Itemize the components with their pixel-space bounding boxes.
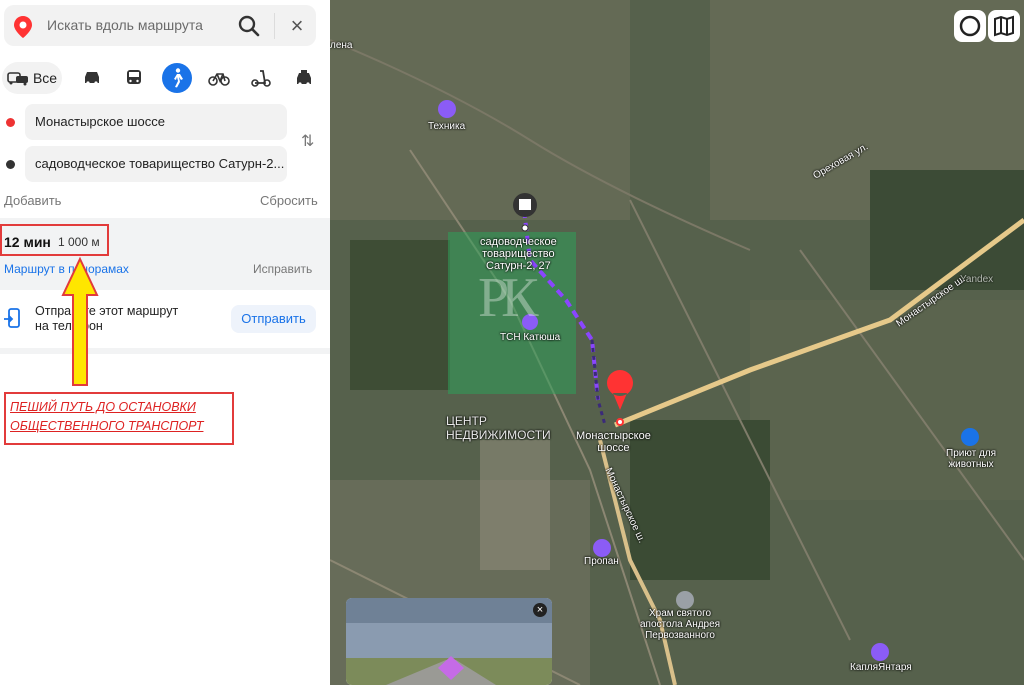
khram-line-2: апостола Андрея [640, 619, 721, 630]
map-label-priyut: Приют для животных [946, 448, 996, 470]
watermark: РК [478, 267, 538, 329]
dest-line-2: товарищество [482, 248, 555, 260]
map-label-khram: Храм святого апостола Андрея Первозванно… [640, 608, 720, 641]
map-label-tsn: ТСН Катюша [500, 332, 561, 343]
route-from-field[interactable]: Монастырское шоссе [25, 104, 287, 140]
taxi-icon [297, 70, 311, 86]
send-to-phone-text: Отправьте этот маршрут на телефон [35, 304, 179, 333]
map-label-centre: ЦЕНТР НЕДВИЖИМОСТИ [446, 414, 551, 442]
fix-route-link[interactable]: Исправить [253, 262, 312, 276]
khram-line-3: Первозванного [645, 630, 715, 641]
centre-line-1: ЦЕНТР [446, 414, 487, 428]
swap-points-icon[interactable]: ⇅ [301, 131, 314, 151]
annotation-text: ПЕШИЙ ПУТЬ ДО ОСТАНОВКИ ОБЩЕСТВЕННОГО ТР… [10, 398, 203, 436]
bicycle-icon [208, 73, 230, 86]
search-input[interactable]: Искать вдоль маршрута [47, 17, 203, 33]
start-line-1: Монастырское [576, 430, 651, 442]
panorama-image [346, 598, 552, 685]
mode-bus-button[interactable] [122, 62, 146, 94]
send-button[interactable]: Отправить [231, 305, 316, 333]
section-divider [0, 348, 330, 354]
end-point-dot [6, 160, 15, 169]
khram-line-1: Храм святого [649, 608, 712, 619]
transport-modes: Все [0, 62, 330, 94]
car-icon [85, 72, 99, 85]
dest-line-3: Сатурн-2, 27 [485, 260, 551, 272]
search-divider [274, 13, 275, 39]
map-label-tekhnika: Техника [428, 121, 466, 132]
centre-line-2: НЕДВИЖИМОСТИ [446, 428, 551, 442]
mode-walk-button[interactable] [162, 63, 192, 93]
mode-all-label: Все [32, 70, 58, 86]
reset-route-link[interactable]: Сбросить [260, 193, 318, 208]
mode-car-button[interactable] [80, 62, 104, 94]
route-to-field[interactable]: садоводческое товарищество Сатурн-2... [25, 146, 287, 182]
car-bus-icon [7, 72, 28, 86]
map-label-propan: Пропан [584, 556, 619, 567]
priyut-line-1: Приют для [946, 448, 997, 459]
search-icon[interactable] [236, 13, 262, 39]
map-layers-button[interactable] [954, 10, 986, 42]
panorama-preview[interactable]: × [346, 598, 552, 685]
close-panorama-icon[interactable]: × [533, 603, 547, 617]
mode-bike-button[interactable] [206, 62, 232, 94]
route-search-bar[interactable]: Искать вдоль маршрута × [4, 5, 316, 46]
route-distance: 1 000 м [58, 235, 100, 249]
bus-icon [127, 70, 141, 84]
mode-all-button[interactable]: Все [2, 62, 62, 94]
map-icon [994, 15, 1014, 37]
location-pin-icon [14, 16, 32, 38]
pedestrian-icon [174, 68, 183, 88]
map-type-button[interactable] [988, 10, 1020, 42]
priyut-line-2: животных [948, 459, 994, 470]
annotation-arrow-icon [61, 256, 99, 386]
mode-taxi-button[interactable] [292, 62, 316, 94]
map-label-elena: лена [330, 40, 353, 51]
satellite-map[interactable]: РК лена Техника садоводческое товарищест… [330, 0, 1024, 685]
scooter-icon [251, 70, 271, 87]
annotation-line-2: ОБЩЕСТВЕННОГО ТРАНСПОРТ [10, 419, 204, 433]
route-time: 12 мин [4, 234, 51, 250]
phone-icon [4, 308, 20, 328]
map-label-destination: садоводческое товарищество Сатурн-2, 27 [480, 236, 557, 272]
dest-line-1: садоводческое [480, 236, 557, 248]
traffic-icon [959, 15, 981, 37]
map-label-start: Монастырское шоссе [576, 430, 651, 454]
start-line-2: шоссе [597, 442, 630, 454]
map-label-kaplya: КапляЯнтаря [850, 662, 912, 673]
close-icon[interactable]: × [284, 13, 310, 39]
map-canvas [330, 0, 1024, 685]
mode-scooter-button[interactable] [249, 62, 273, 94]
route-panel: Искать вдоль маршрута × Все Монастырское… [0, 0, 330, 685]
annotation-line-1: ПЕШИЙ ПУТЬ ДО ОСТАНОВКИ [10, 400, 196, 414]
start-point-dot [6, 118, 15, 127]
add-point-link[interactable]: Добавить [4, 193, 61, 208]
